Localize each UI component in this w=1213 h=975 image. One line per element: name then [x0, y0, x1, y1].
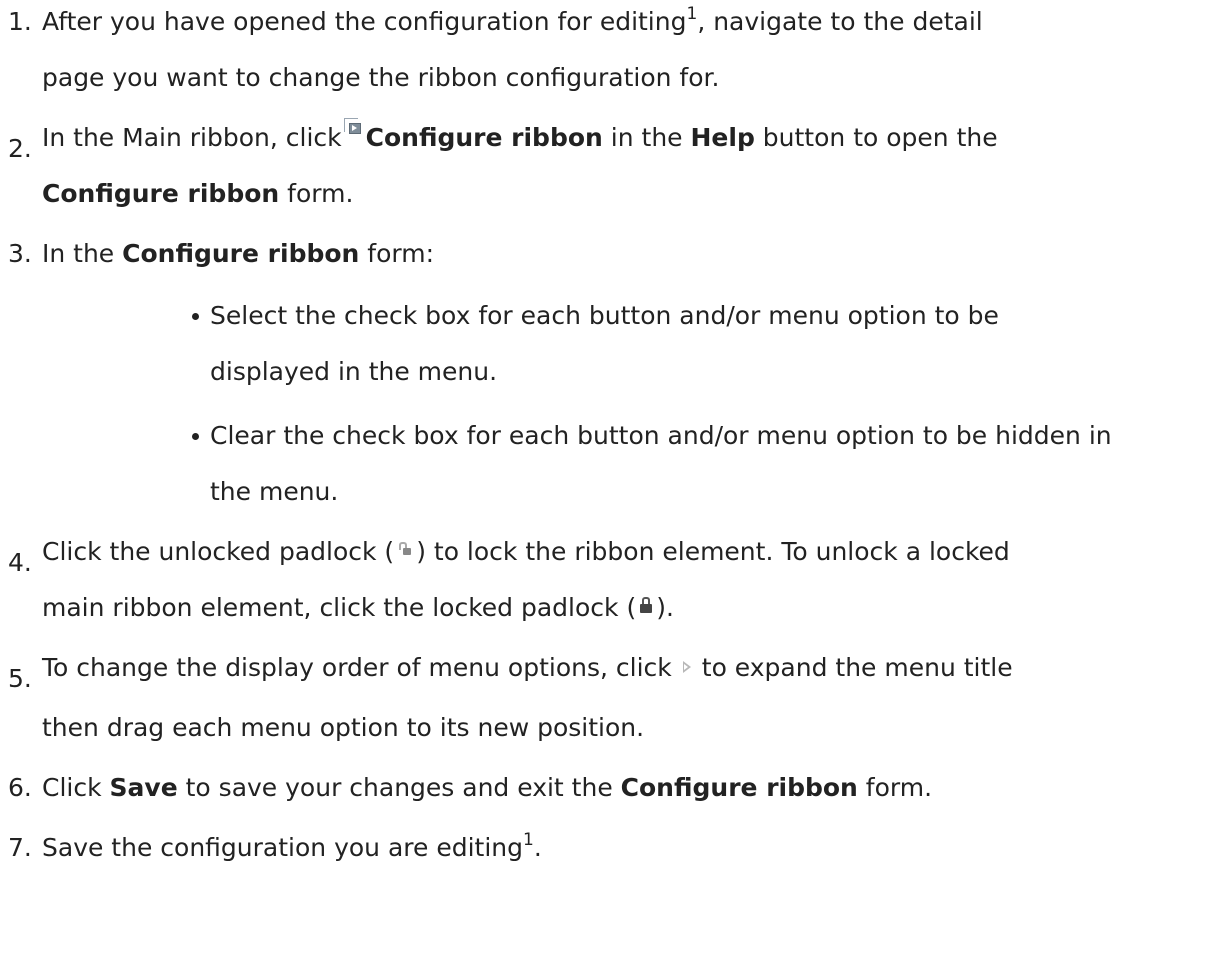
step-4-line-2: main ribbon element, click the locked pa…: [42, 593, 674, 622]
step-5-line-1: To change the display order of menu opti…: [42, 653, 1013, 682]
step-3: 3. In the Configure ribbon form: Select …: [0, 226, 1213, 520]
bullet-dot: [192, 433, 199, 440]
steps-list: 1. After you have opened the configurati…: [0, 0, 1213, 876]
step-5-line-2: then drag each menu option to its new po…: [42, 713, 645, 742]
footnote-marker: 1: [686, 4, 698, 24]
step-6: 6. Click Save to save your changes and e…: [0, 760, 1213, 816]
instructions-page: 1. After you have opened the configurati…: [0, 0, 1213, 975]
unlocked-padlock-icon: [398, 541, 412, 557]
step-1-line-2: page you want to change the ribbon confi…: [42, 63, 720, 92]
step-7: 7. Save the configuration you are editin…: [0, 820, 1213, 876]
step-2: 2. In the Main ribbon, click Configure ri…: [0, 110, 1213, 222]
step-number: 1.: [8, 7, 32, 36]
configure-ribbon-icon: [343, 118, 362, 136]
step-number: 3.: [8, 239, 32, 268]
step-number: 4.: [8, 548, 32, 577]
step-4-line-1: Click the unlocked padlock () to lock th…: [42, 537, 1010, 566]
step-3-line-1: In the Configure ribbon form:: [42, 239, 435, 268]
bullet-item-select: Select the check box for each button and…: [191, 288, 1213, 400]
step-4: 4. Click the unlocked padlock () to lock…: [0, 524, 1213, 636]
step-number: 2.: [8, 134, 32, 163]
step-7-line-1: Save the configuration you are editing1.: [42, 830, 542, 863]
step-number: 6.: [8, 773, 32, 802]
step-number: 7.: [8, 833, 32, 862]
step-3-bullets: Select the check box for each button and…: [42, 288, 1213, 520]
footnote-marker: 1: [522, 830, 534, 850]
bullet-item-clear: Clear the check box for each button and/…: [191, 408, 1213, 520]
step-5: 5. To change the display order of menu o…: [0, 640, 1213, 756]
step-2-line-2: Configure ribbon form.: [42, 179, 354, 208]
locked-padlock-icon: [640, 597, 653, 613]
step-1-line-1: After you have opened the configuration …: [42, 4, 983, 37]
step-1: 1. After you have opened the configurati…: [0, 0, 1213, 106]
step-6-line-1: Click Save to save your changes and exit…: [42, 773, 933, 802]
step-number: 5.: [8, 664, 32, 693]
step-2-line-1: In the Main ribbon, click Configure ribbo…: [42, 110, 1213, 166]
expand-arrow-icon: [682, 660, 692, 674]
bullet-dot: [192, 313, 199, 320]
